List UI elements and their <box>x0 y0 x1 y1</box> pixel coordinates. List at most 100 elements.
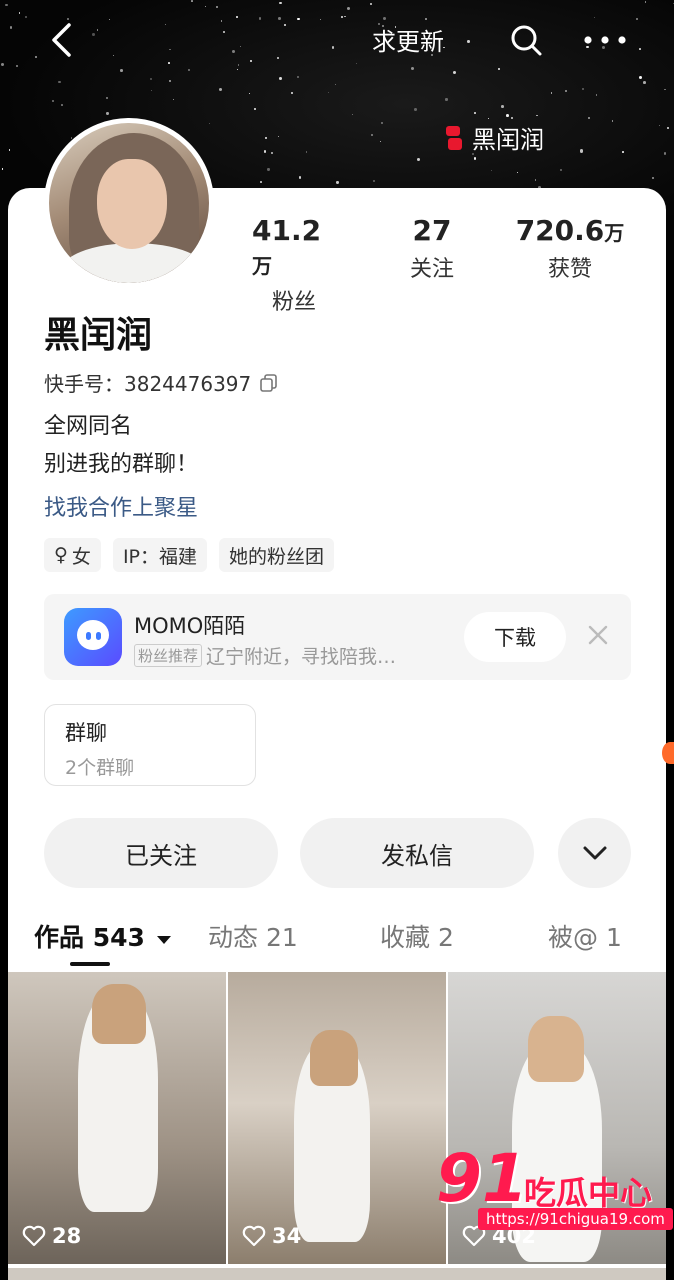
like-count: 34 <box>242 1224 301 1248</box>
star-dot <box>582 88 585 91</box>
star-dot <box>191 0 194 2</box>
video-thumbnail[interactable]: 28 <box>8 972 226 1264</box>
kuaishou-logo-icon <box>446 125 462 150</box>
star-dot <box>168 48 171 51</box>
star-dot <box>299 176 302 179</box>
star-dot <box>222 30 225 33</box>
chevron-down-icon <box>583 846 606 860</box>
star-dot <box>58 80 61 84</box>
tab-moments[interactable]: 动态 21 <box>208 918 298 954</box>
brand-label: 黑闰润 <box>444 120 544 155</box>
star-dot <box>297 75 300 78</box>
watermark: 91 吃瓜中心 https://91chigua19.com <box>432 1140 673 1236</box>
star-dot <box>254 107 257 110</box>
message-button[interactable]: 发私信 <box>300 818 534 888</box>
floating-edge-indicator[interactable] <box>662 742 674 764</box>
more-actions-button[interactable] <box>558 818 631 888</box>
star-dot <box>60 103 63 106</box>
star-dot <box>381 122 383 124</box>
star-dot <box>25 16 27 18</box>
star-dot <box>534 179 536 181</box>
heart-icon <box>242 1225 266 1247</box>
star-dot <box>410 66 414 70</box>
bio-line-1: 全网同名 <box>44 414 133 439</box>
momo-app-icon <box>64 608 122 666</box>
star-dot <box>351 113 354 116</box>
star-dot <box>417 158 421 162</box>
star-dot <box>611 119 614 122</box>
star-dot <box>467 40 470 43</box>
fan-group-tag[interactable]: 她的粉丝团 <box>219 538 335 572</box>
star-dot <box>445 98 448 101</box>
heart-icon <box>22 1225 46 1247</box>
request-update-button[interactable]: 求更新 <box>372 22 444 57</box>
tab-favorites[interactable]: 收藏 2 <box>380 918 454 954</box>
like-count: 28 <box>22 1224 81 1248</box>
star-dot <box>150 78 153 80</box>
star-dot <box>346 7 350 11</box>
star-dot <box>276 56 280 60</box>
star-dot <box>112 55 115 57</box>
brand-name: 黑闰润 <box>472 126 544 154</box>
chevron-left-icon <box>52 23 71 57</box>
content-tabs: 作品 543 动态 21 收藏 2 被@ 1 <box>0 918 674 968</box>
search-icon <box>511 25 542 56</box>
profile-name: 黑闰润 <box>44 315 153 356</box>
stat-followers[interactable]: 41.2万 粉丝 <box>252 214 336 316</box>
bio: 全网同名 别进我的群聊！ <box>44 408 198 484</box>
star-dot <box>506 114 510 117</box>
ad-download-button[interactable]: 下载 <box>464 612 566 662</box>
star-dot <box>343 15 346 18</box>
avatar[interactable] <box>44 118 214 288</box>
star-dot <box>297 17 300 21</box>
star-dot <box>173 99 175 101</box>
search-button[interactable] <box>504 18 548 62</box>
kuaishou-id: 快手号：3824476397 <box>44 368 279 397</box>
star-dot <box>355 62 358 65</box>
tab-works[interactable]: 作品 543 <box>34 918 172 954</box>
close-icon[interactable] <box>584 621 612 649</box>
stat-following[interactable]: 27 关注 <box>400 214 464 283</box>
caret-down-icon <box>156 936 171 944</box>
active-tab-indicator <box>70 962 110 966</box>
star-dot <box>414 108 417 111</box>
star-dot <box>18 12 21 14</box>
star-dot <box>559 168 563 171</box>
star-dot <box>92 32 95 36</box>
star-dot <box>237 69 239 71</box>
tab-mentions[interactable]: 被@ 1 <box>548 918 622 954</box>
star-dot <box>1 63 5 67</box>
star-dot <box>105 96 108 99</box>
stat-likes[interactable]: 720.6万 获赞 <box>514 214 626 283</box>
copy-icon[interactable] <box>259 373 279 393</box>
star-dot <box>659 124 661 126</box>
video-thumbnail[interactable]: 34 <box>228 972 446 1264</box>
ad-banner[interactable]: MOMO陌陌 粉丝推荐 辽宁附近，寻找陪我… 下载 <box>44 594 631 680</box>
kuaishou-id-value: 3824476397 <box>124 372 252 396</box>
star-dot <box>263 150 267 153</box>
star-dot <box>370 3 373 6</box>
star-dot <box>334 83 336 86</box>
star-dot <box>370 134 373 137</box>
star-dot <box>383 17 387 20</box>
back-button[interactable] <box>40 18 84 62</box>
star-dot <box>336 181 339 184</box>
star-dot <box>265 137 267 139</box>
collab-link[interactable]: 找我合作上聚星 <box>44 490 198 522</box>
star-dot <box>235 15 238 18</box>
bio-line-2: 别进我的群聊！ <box>44 452 199 477</box>
star-dot <box>208 123 210 125</box>
star-dot <box>664 89 666 91</box>
star-dot <box>279 1 282 4</box>
star-dot <box>511 116 514 119</box>
more-button[interactable] <box>580 18 630 62</box>
star-dot <box>270 151 274 155</box>
group-chat-card[interactable]: 群聊 2个群聊 <box>44 704 256 786</box>
female-icon: ♀ <box>54 544 68 566</box>
star-dot <box>424 18 427 21</box>
star-dot <box>51 99 55 103</box>
ip-tag: IP：福建 <box>112 538 207 572</box>
star-dot <box>9 25 13 29</box>
followed-button[interactable]: 已关注 <box>44 818 278 888</box>
star-dot <box>474 111 477 114</box>
